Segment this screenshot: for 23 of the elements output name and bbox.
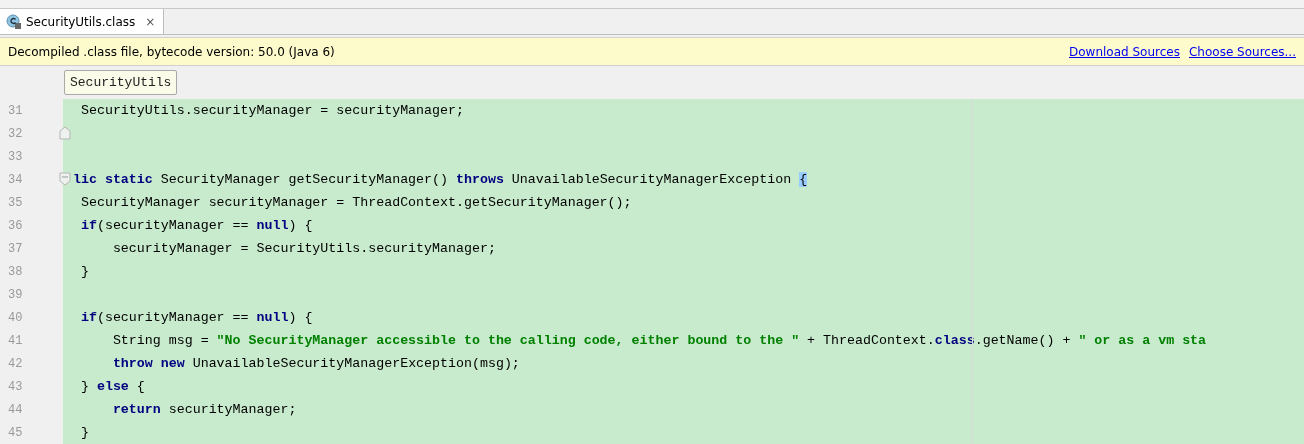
decompiled-notice: Decompiled .class file, bytecode version: 50.0 (Java 6) — [8, 44, 336, 59]
breadcrumb[interactable]: SecurityUtils — [64, 70, 178, 95]
line-number: 31 — [8, 103, 23, 118]
line-number: 41 — [8, 333, 23, 348]
line-number: 38 — [8, 264, 23, 279]
fold-icon[interactable] — [59, 126, 71, 140]
fold-icon[interactable] — [59, 172, 71, 186]
line-number: 45 — [8, 425, 23, 440]
line-number: 44 — [8, 402, 23, 417]
line-number: 42 — [8, 356, 23, 371]
editor-tab[interactable]: SecurityUtils.class × — [0, 9, 165, 34]
line-number: 40 — [8, 310, 23, 325]
line-number: 37 — [8, 241, 23, 256]
sources-link[interactable]: Choose Sources... — [1188, 44, 1296, 59]
sources-link[interactable]: Download Sources — [1069, 44, 1180, 59]
line-number: 35 — [8, 195, 23, 210]
line-number: 39 — [8, 287, 23, 302]
line-number: 43 — [8, 379, 23, 394]
class-file-icon — [6, 13, 22, 30]
line-number: 33 — [8, 149, 23, 164]
line-number: 36 — [8, 218, 23, 233]
line-number: 32 — [8, 126, 23, 141]
line-number: 34 — [8, 172, 23, 187]
